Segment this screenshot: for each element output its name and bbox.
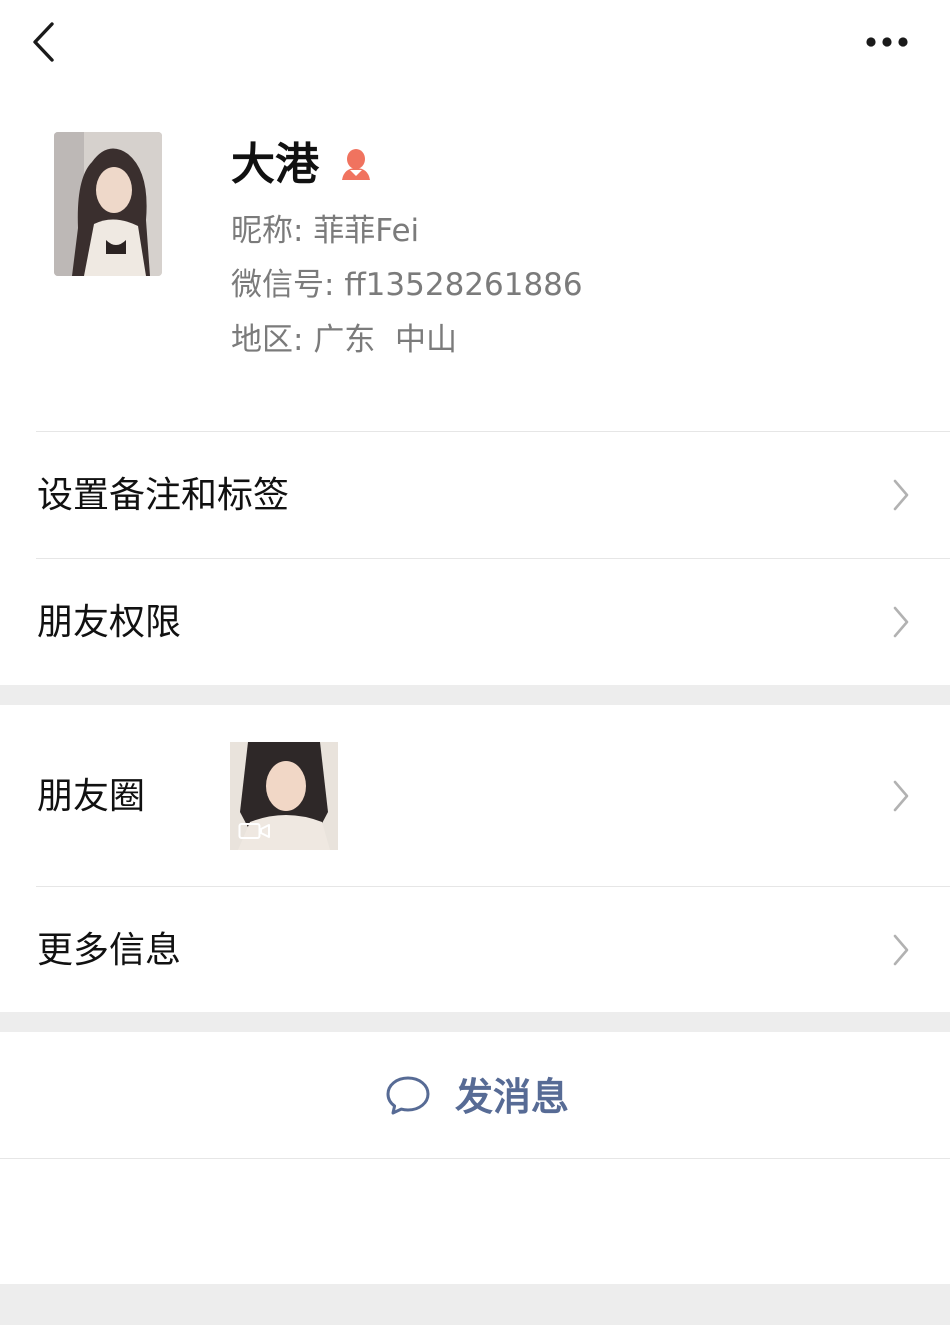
section-separator	[0, 1012, 950, 1032]
female-icon	[338, 146, 374, 182]
region-label: 地区:	[231, 322, 304, 358]
friend-permissions-row[interactable]: 朋友权限	[0, 559, 950, 685]
nickname-value: 菲菲Fei	[313, 213, 420, 249]
display-name: 大港	[231, 139, 319, 190]
chat-bubble-icon	[386, 1076, 430, 1115]
video-camera-icon	[238, 823, 270, 839]
moments-label: 朋友圈	[37, 776, 146, 817]
friend-permissions-label: 朋友权限	[37, 602, 182, 643]
avatar-image	[54, 132, 162, 276]
chevron-right-icon	[893, 606, 909, 638]
section-separator	[0, 685, 950, 705]
moments-row[interactable]: 朋友圈	[0, 705, 950, 886]
wechat-id-label: 微信号:	[231, 267, 335, 303]
wechat-id-line: 微信号: ff13528261886	[231, 264, 583, 306]
region-line: 地区: 广东 中山	[231, 319, 457, 361]
ellipsis-icon	[866, 37, 908, 47]
send-message-button[interactable]: 发消息	[0, 1032, 950, 1158]
back-button[interactable]	[22, 18, 66, 68]
more-options-button[interactable]	[858, 22, 916, 62]
send-message-label: 发消息	[455, 1075, 570, 1119]
nickname-label: 昵称:	[231, 213, 304, 249]
moments-thumbnail[interactable]	[230, 742, 338, 850]
chevron-right-icon	[893, 934, 909, 966]
more-info-row[interactable]: 更多信息	[0, 887, 950, 1012]
bottom-background	[0, 1284, 950, 1325]
chevron-right-icon	[893, 479, 909, 511]
remarks-tags-label: 设置备注和标签	[37, 475, 290, 516]
chevron-left-icon	[33, 22, 54, 62]
more-info-label: 更多信息	[37, 930, 182, 971]
wechat-id-value[interactable]: ff13528261886	[344, 267, 582, 303]
divider	[0, 1158, 950, 1159]
remarks-tags-row[interactable]: 设置备注和标签	[0, 432, 950, 558]
region-value: 广东 中山	[313, 322, 458, 358]
avatar[interactable]	[54, 132, 162, 276]
chevron-right-icon	[893, 780, 909, 812]
nickname-line: 昵称: 菲菲Fei	[231, 210, 419, 252]
